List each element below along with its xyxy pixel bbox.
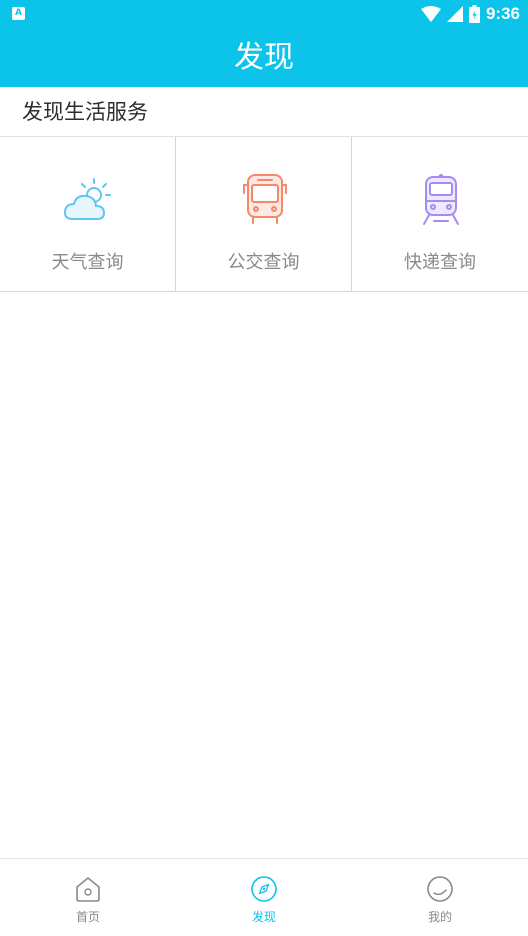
signal-icon	[446, 6, 463, 22]
home-icon	[76, 877, 100, 902]
bus-query-label: 公交查询	[227, 252, 300, 273]
section-title: 发现生活服务	[22, 100, 148, 124]
bus-query-tile[interactable]: 公交查询	[176, 137, 352, 291]
weather-query-label: 天气查询	[51, 252, 124, 273]
section-header: 发现生活服务	[0, 87, 528, 137]
status-time: 9:36	[485, 4, 520, 23]
wifi-icon	[420, 6, 441, 22]
service-grid: 天气查询 公交查询 快递查询	[0, 137, 528, 292]
weather-query-tile[interactable]: 天气查询	[0, 137, 176, 291]
train-icon	[423, 174, 459, 225]
nav-label-profile: 我的	[427, 910, 452, 924]
bus-icon	[243, 174, 287, 224]
weather-icon	[63, 178, 111, 220]
profile-icon	[427, 876, 453, 902]
express-query-tile[interactable]: 快递查询	[352, 137, 528, 291]
screen: A 9:36 发现 发现生活服务 天气查询 公交查询 快递查询 首页 发现 我的	[0, 0, 528, 936]
battery-icon	[468, 5, 480, 23]
status-right: 9:36	[420, 3, 520, 25]
nav-label-home: 首页	[75, 910, 100, 924]
nav-item-home[interactable]: 首页	[0, 859, 176, 936]
page-title: 发现	[234, 40, 294, 75]
nav-item-discover[interactable]: 发现	[176, 859, 352, 936]
bottom-nav: 首页 发现 我的	[0, 858, 528, 936]
app-header: A 9:36 发现	[0, 0, 528, 87]
express-query-label: 快递查询	[404, 252, 476, 273]
notification-app-icon: A	[12, 7, 25, 20]
nav-item-profile[interactable]: 我的	[352, 859, 528, 936]
status-bar: A 9:36	[0, 0, 528, 28]
discover-icon	[251, 876, 277, 902]
nav-label-discover: 发现	[251, 910, 276, 924]
